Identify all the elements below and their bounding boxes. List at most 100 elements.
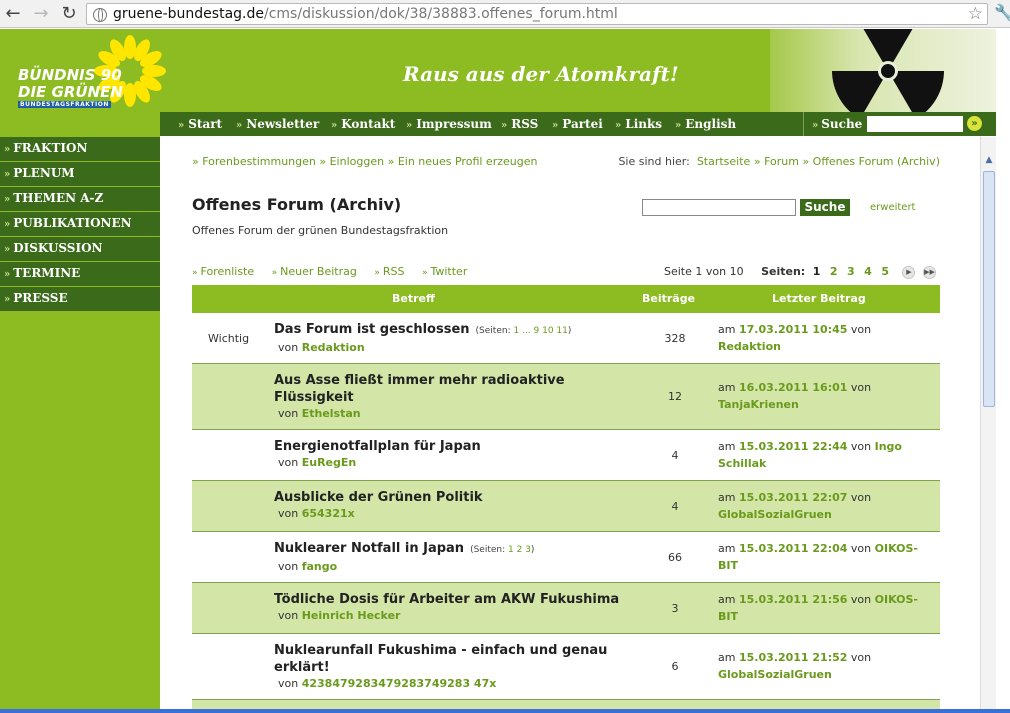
forum-actions: » Forenliste » Neuer Beitrag » RSS » Twitter <box>192 265 481 278</box>
table-row[interactable]: Aus Asse fließt immer mehr radioaktive F… <box>192 364 940 430</box>
pagination: Seite 1 von 10 Seiten: 1 2 3 4 5 ▶ ▶▶ <box>664 265 936 279</box>
radiation-symbol-icon <box>832 29 944 112</box>
bookmark-star-icon[interactable]: ☆ <box>968 4 983 24</box>
back-icon[interactable]: ← <box>2 3 24 25</box>
topnav-links[interactable]: » Links <box>615 117 662 131</box>
table-header: Betreff Beiträge Letzter Beitrag <box>192 285 940 313</box>
url-text[interactable]: gruene-bundestag.de/cms/diskussion/dok/3… <box>113 6 618 22</box>
last-post-date[interactable]: 15.03.2011 22:04 <box>739 542 847 555</box>
page-link-3[interactable]: 3 <box>847 265 855 278</box>
next-page-icon[interactable]: ▶ <box>902 265 916 279</box>
page-link-2[interactable]: 2 <box>830 265 838 278</box>
site-header: BÜNDNIS 90 DIE GRÜNEN BUNDESTAGSFRAKTION… <box>0 29 996 112</box>
action-rss[interactable]: » RSS <box>374 265 404 278</box>
logo-text-line3: BUNDESTAGSFRAKTION <box>18 101 111 108</box>
breadcrumb-forum[interactable]: Forum <box>764 155 799 168</box>
header-search: » Suche » <box>803 112 996 136</box>
last-post-date[interactable]: 16.03.2011 16:01 <box>739 381 847 394</box>
action-twitter[interactable]: » Twitter <box>422 265 467 278</box>
topnav-english[interactable]: » English <box>675 117 736 131</box>
table-row[interactable]: Wichtig Das Forum ist geschlossen (Seiten… <box>192 313 940 364</box>
topic-title[interactable]: Nuklearunfall Fukushima - einfach und ge… <box>274 643 607 675</box>
last-page-icon[interactable]: ▶▶ <box>922 265 936 279</box>
last-post-date[interactable]: 17.03.2011 10:45 <box>739 323 847 336</box>
topic-author[interactable]: EuRegEn <box>302 456 357 469</box>
pages-label: Seiten: <box>761 265 806 278</box>
forum-search-input[interactable] <box>642 199 796 216</box>
page-link-4[interactable]: 4 <box>864 265 872 278</box>
wrench-icon[interactable]: 🔧 <box>994 3 1010 22</box>
topnav-partei[interactable]: » Partei <box>552 117 603 131</box>
topic-author[interactable]: Redaktion <box>302 341 365 354</box>
forum-links: » Forenbestimmungen » Einloggen » Ein ne… <box>192 155 538 168</box>
page-scrollbar[interactable]: ▲ <box>980 137 996 713</box>
table-row[interactable]: Nuklearunfall Fukushima - einfach und ge… <box>192 634 940 700</box>
table-row[interactable]: Energienotfallplan für Japan von EuRegEn… <box>192 430 940 481</box>
breadcrumb-current[interactable]: Offenes Forum (Archiv) <box>813 155 940 168</box>
action-forenliste[interactable]: » Forenliste <box>192 265 254 278</box>
last-post-date[interactable]: 15.03.2011 22:07 <box>739 491 847 504</box>
header-search-label: » Suche <box>812 117 863 131</box>
topnav-newsletter[interactable]: » Newsletter <box>236 117 319 131</box>
forward-icon[interactable]: → <box>30 3 52 25</box>
post-count: 12 <box>668 390 682 403</box>
link-einloggen[interactable]: Einloggen <box>330 155 384 168</box>
radiation-banner-image <box>770 29 996 112</box>
scroll-up-icon[interactable]: ▲ <box>983 153 995 167</box>
last-post-author[interactable]: Redaktion <box>718 340 781 353</box>
topic-author[interactable]: 654321x <box>302 507 355 520</box>
topic-title[interactable]: Nuklearer Notfall in Japan <box>274 541 464 556</box>
topic-author[interactable]: 4238479283479283749283 47x <box>302 677 497 690</box>
post-count: 328 <box>664 332 686 345</box>
sidebar-item-plenum[interactable]: » PLENUM <box>0 162 160 187</box>
reload-icon[interactable]: ↻ <box>58 3 80 25</box>
topic-title[interactable]: Energienotfallplan für Japan <box>274 439 481 454</box>
scrollbar-thumb[interactable] <box>983 171 995 407</box>
post-count: 66 <box>668 551 682 564</box>
topic-title[interactable]: Aus Asse fließt immer mehr radioaktive F… <box>274 373 565 405</box>
sidebar-item-fraktion[interactable]: » FRAKTION <box>0 137 160 162</box>
sidebar-item-publikationen[interactable]: » PUBLIKATIONEN <box>0 212 160 237</box>
sidebar-item-presse[interactable]: » PRESSE <box>0 287 160 312</box>
topnav-impressum[interactable]: » Impressum <box>406 117 492 131</box>
topic-title[interactable]: Das Forum ist geschlossen <box>274 322 470 337</box>
last-post-author[interactable]: TanjaKrienen <box>718 398 799 411</box>
topnav-rss[interactable]: » RSS <box>501 117 538 131</box>
search-go-icon[interactable]: » <box>967 116 982 131</box>
breadcrumb-startseite[interactable]: Startseite <box>697 155 751 168</box>
header-betreff: Betreff <box>392 292 435 305</box>
logo[interactable]: BÜNDNIS 90 DIE GRÜNEN BUNDESTAGSFRAKTION <box>14 35 166 113</box>
page-link-5[interactable]: 5 <box>881 265 889 278</box>
sidebar-item-diskussion[interactable]: » DISKUSSION <box>0 237 160 262</box>
last-post-date[interactable]: 15.03.2011 21:52 <box>739 651 847 664</box>
header-search-input[interactable] <box>867 116 963 132</box>
advanced-search-link[interactable]: erweitert <box>870 202 915 213</box>
last-post-date[interactable]: 15.03.2011 21:56 <box>739 593 847 606</box>
link-profil-erzeugen[interactable]: Ein neues Profil erzeugen <box>398 155 538 168</box>
last-post-date[interactable]: 15.03.2011 22:44 <box>739 440 847 453</box>
topnav-start[interactable]: » Start <box>178 117 222 131</box>
browser-toolbar: ← → ↻ gruene-bundestag.de/cms/diskussion… <box>0 0 1010 28</box>
sidebar: » FRAKTION » PLENUM » THEMEN A-Z » PUBLIKATI… <box>0 137 160 312</box>
header-slogan: Raus aus der Atomkraft! <box>403 62 679 86</box>
topic-author[interactable]: fango <box>302 560 337 573</box>
topic-title[interactable]: Tödliche Dosis für Arbeiter am AKW Fukus… <box>274 592 619 607</box>
topnav-kontakt[interactable]: » Kontakt <box>331 117 395 131</box>
topic-title[interactable]: Ausblicke der Grünen Politik <box>274 490 483 505</box>
topic-author[interactable]: Heinrich Hecker <box>302 609 401 622</box>
forum-search-button[interactable]: Suche <box>800 199 850 216</box>
sidebar-item-themen[interactable]: » THEMEN A-Z <box>0 187 160 212</box>
last-post-author[interactable]: GlobalSozialGruen <box>718 668 832 681</box>
table-row[interactable]: Tödliche Dosis für Arbeiter am AKW Fukus… <box>192 583 940 634</box>
action-neuer-beitrag[interactable]: » Neuer Beitrag <box>272 265 357 278</box>
link-forenbestimmungen[interactable]: Forenbestimmungen <box>202 155 316 168</box>
header-letzter-beitrag: Letzter Beitrag <box>772 292 866 305</box>
sidebar-item-termine[interactable]: » TERMINE <box>0 262 160 287</box>
page-link-1[interactable]: 1 <box>813 265 821 278</box>
last-post-author[interactable]: GlobalSozialGruen <box>718 508 832 521</box>
table-row[interactable]: Nuklearer Notfall in Japan (Seiten: 1 2 3… <box>192 532 940 583</box>
table-row[interactable]: Ausblicke der Grünen Politik von 654321x… <box>192 481 940 532</box>
post-count: 6 <box>671 660 679 673</box>
topic-author[interactable]: Ethelstan <box>302 407 361 420</box>
address-bar[interactable]: gruene-bundestag.de/cms/diskussion/dok/3… <box>86 3 988 25</box>
